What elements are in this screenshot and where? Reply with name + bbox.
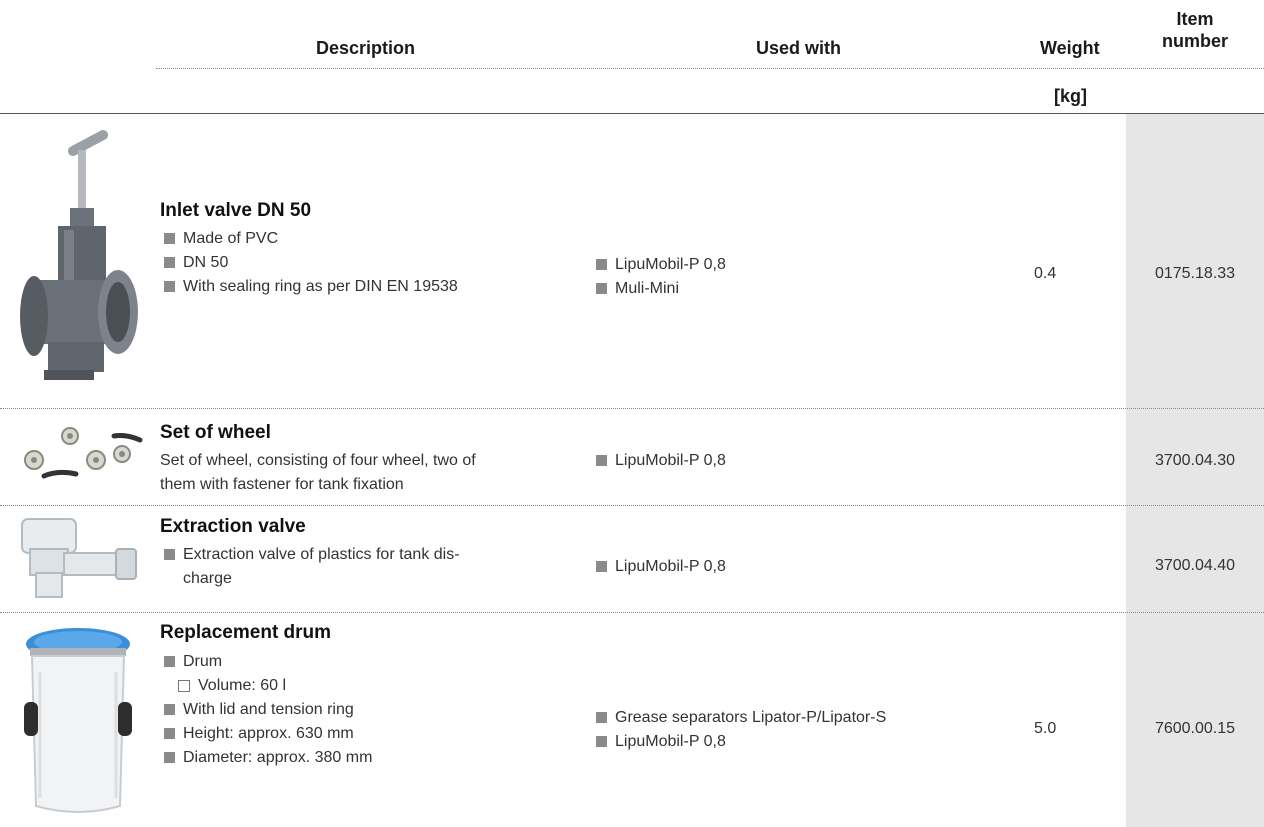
gate-valve-icon [20,130,138,380]
header-weight: Weight [1040,38,1100,58]
wheels-icon [24,427,143,479]
list-item: LipuMobil-P 0,8 [596,730,886,754]
list-item: Extraction valve of plastics for tank di… [164,543,460,567]
row-bullets: Drum Volume: 60 l With lid and tension r… [164,650,372,770]
row-bullets: Made of PVC DN 50 With sealing ring as p… [164,227,458,299]
row-item-number: 3700.04.40 [1154,557,1236,574]
row-description: Set of wheel, consisting of four wheel, … [160,449,476,497]
list-item: Diameter: approx. 380 mm [164,746,372,770]
header-divider [156,68,1264,69]
row-divider [0,408,1264,409]
square-bullet-icon [596,283,607,294]
square-bullet-icon [164,549,175,560]
row-bullets: Extraction valve of plastics for tank di… [164,543,460,591]
square-bullet-icon [164,257,175,268]
row-used-with: LipuMobil-P 0,8 [596,555,726,579]
list-subitem: Volume: 60 l [164,674,372,698]
row-title: Set of wheel [160,422,271,443]
row-item-number: 0175.18.33 [1154,265,1236,282]
list-item-continuation: charge [183,570,232,587]
header-item-number-line1: Item [1176,9,1214,29]
square-bullet-icon [596,455,607,466]
header-description: Description [316,38,416,58]
header-item-number-line2: number [1161,31,1228,51]
row-item-number: 7600.00.15 [1154,720,1236,737]
square-bullet-icon [596,736,607,747]
list-item: LipuMobil-P 0,8 [596,253,726,277]
row-title: Inlet valve DN 50 [160,200,312,221]
square-bullet-icon [164,656,175,667]
description-line: Set of wheel, consisting of four wheel, … [160,452,476,469]
header-weight-unit: [kg] [1054,86,1087,106]
row-title: Extraction valve [160,516,306,537]
list-item: DN 50 [164,251,458,275]
row-used-with: LipuMobil-P 0,8 [596,449,726,473]
square-bullet-icon [164,752,175,763]
row-used-with: Grease separators Lipator-P/Lipator-S Li… [596,706,886,754]
square-bullet-icon [164,281,175,292]
square-bullet-icon [596,561,607,572]
row-weight: 5.0 [1034,720,1057,737]
row-used-with: LipuMobil-P 0,8 Muli-Mini [596,253,726,301]
row-divider [0,612,1264,613]
square-bullet-icon [164,233,175,244]
list-item: Made of PVC [164,227,458,251]
tap-valve-icon [21,518,137,598]
row-title: Replacement drum [160,622,332,643]
list-item: With lid and tension ring [164,698,372,722]
list-item: With sealing ring as per DIN EN 19538 [164,275,458,299]
square-bullet-icon [596,712,607,723]
hollow-square-bullet-icon [178,680,190,692]
list-item: Drum [164,650,372,674]
header-item-number: Item number [1126,8,1264,52]
description-line: them with fastener for tank fixation [160,476,404,493]
square-bullet-icon [596,259,607,270]
row-item-number: 3700.04.30 [1154,452,1236,469]
list-item: LipuMobil-P 0,8 [596,449,726,473]
list-item: Muli-Mini [596,277,726,301]
list-item: Grease separators Lipator-P/Lipator-S [596,706,886,730]
drum-icon [24,628,132,813]
row-divider [0,505,1264,506]
table-top-rule [0,113,1264,114]
list-item: Height: approx. 630 mm [164,722,372,746]
square-bullet-icon [164,728,175,739]
list-item: LipuMobil-P 0,8 [596,555,726,579]
header-used-with: Used with [756,38,842,58]
row-weight: 0.4 [1034,265,1057,282]
square-bullet-icon [164,704,175,715]
